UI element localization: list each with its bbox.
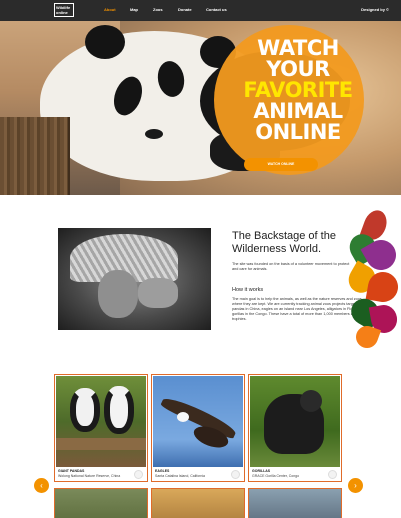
nav-item-zoos[interactable]: Zoos (153, 7, 163, 12)
panda-icon (134, 470, 143, 479)
hero-banner: WATCH YOUR FAVORITE ANIMAL ONLINE WATCH … (0, 21, 401, 195)
animal-card-partial[interactable] (54, 488, 148, 518)
card-name: GORILLAS (252, 469, 271, 473)
eagle-photo (153, 376, 243, 467)
nav-item-donate[interactable]: Donate (178, 7, 192, 12)
animal-card-partial[interactable] (151, 488, 245, 518)
hero-headline: WATCH YOUR FAVORITE ANIMAL ONLINE (243, 36, 353, 144)
top-navbar: Wildlife online About Map Zoos Donate Co… (0, 0, 401, 21)
card-name: EAGLES (155, 469, 170, 473)
animal-card-pandas[interactable]: GIANT PANDAS Wolong National Nature Rese… (54, 374, 148, 482)
card-name: GIANT PANDAS (58, 469, 85, 473)
animal-card-eagles[interactable]: EAGLES Santa Catalina Island, California (151, 374, 245, 482)
card-location: Wolong National Nature Reserve, China (58, 474, 121, 478)
pandas-photo (56, 376, 146, 467)
how-it-works-title: How it works (232, 287, 264, 293)
nav-item-map[interactable]: Map (130, 7, 138, 12)
watch-online-button[interactable]: WATCH ONLINE (244, 158, 318, 171)
panda-ear (85, 25, 125, 59)
card-location: Santa Catalina Island, California (155, 474, 206, 478)
nav-item-about[interactable]: About (104, 7, 116, 12)
decorative-flower-image (344, 210, 401, 350)
eagle-icon (231, 470, 240, 479)
about-paragraph: The site was founded on the basis of a v… (232, 262, 350, 271)
gorilla-icon (328, 470, 337, 479)
wood-log (0, 117, 70, 195)
nav-item-contact[interactable]: Contact us (206, 7, 227, 12)
gorilla-photo (250, 376, 340, 467)
chevron-right-icon[interactable]: › (348, 478, 363, 493)
animal-gallery: GIANT PANDAS Wolong National Nature Rese… (54, 374, 344, 518)
card-location: GRACE Gorilla Center, Congo (252, 474, 300, 478)
designed-by: Designed by © (361, 7, 389, 12)
animal-card-gorillas[interactable]: GORILLAS GRACE Gorilla Center, Congo (248, 374, 342, 482)
site-logo[interactable]: Wildlife online (54, 3, 74, 17)
about-portrait-photo (58, 228, 211, 330)
chevron-left-icon[interactable]: ‹ (34, 478, 49, 493)
animal-card-partial[interactable] (248, 488, 342, 518)
panda-nose (145, 129, 163, 139)
